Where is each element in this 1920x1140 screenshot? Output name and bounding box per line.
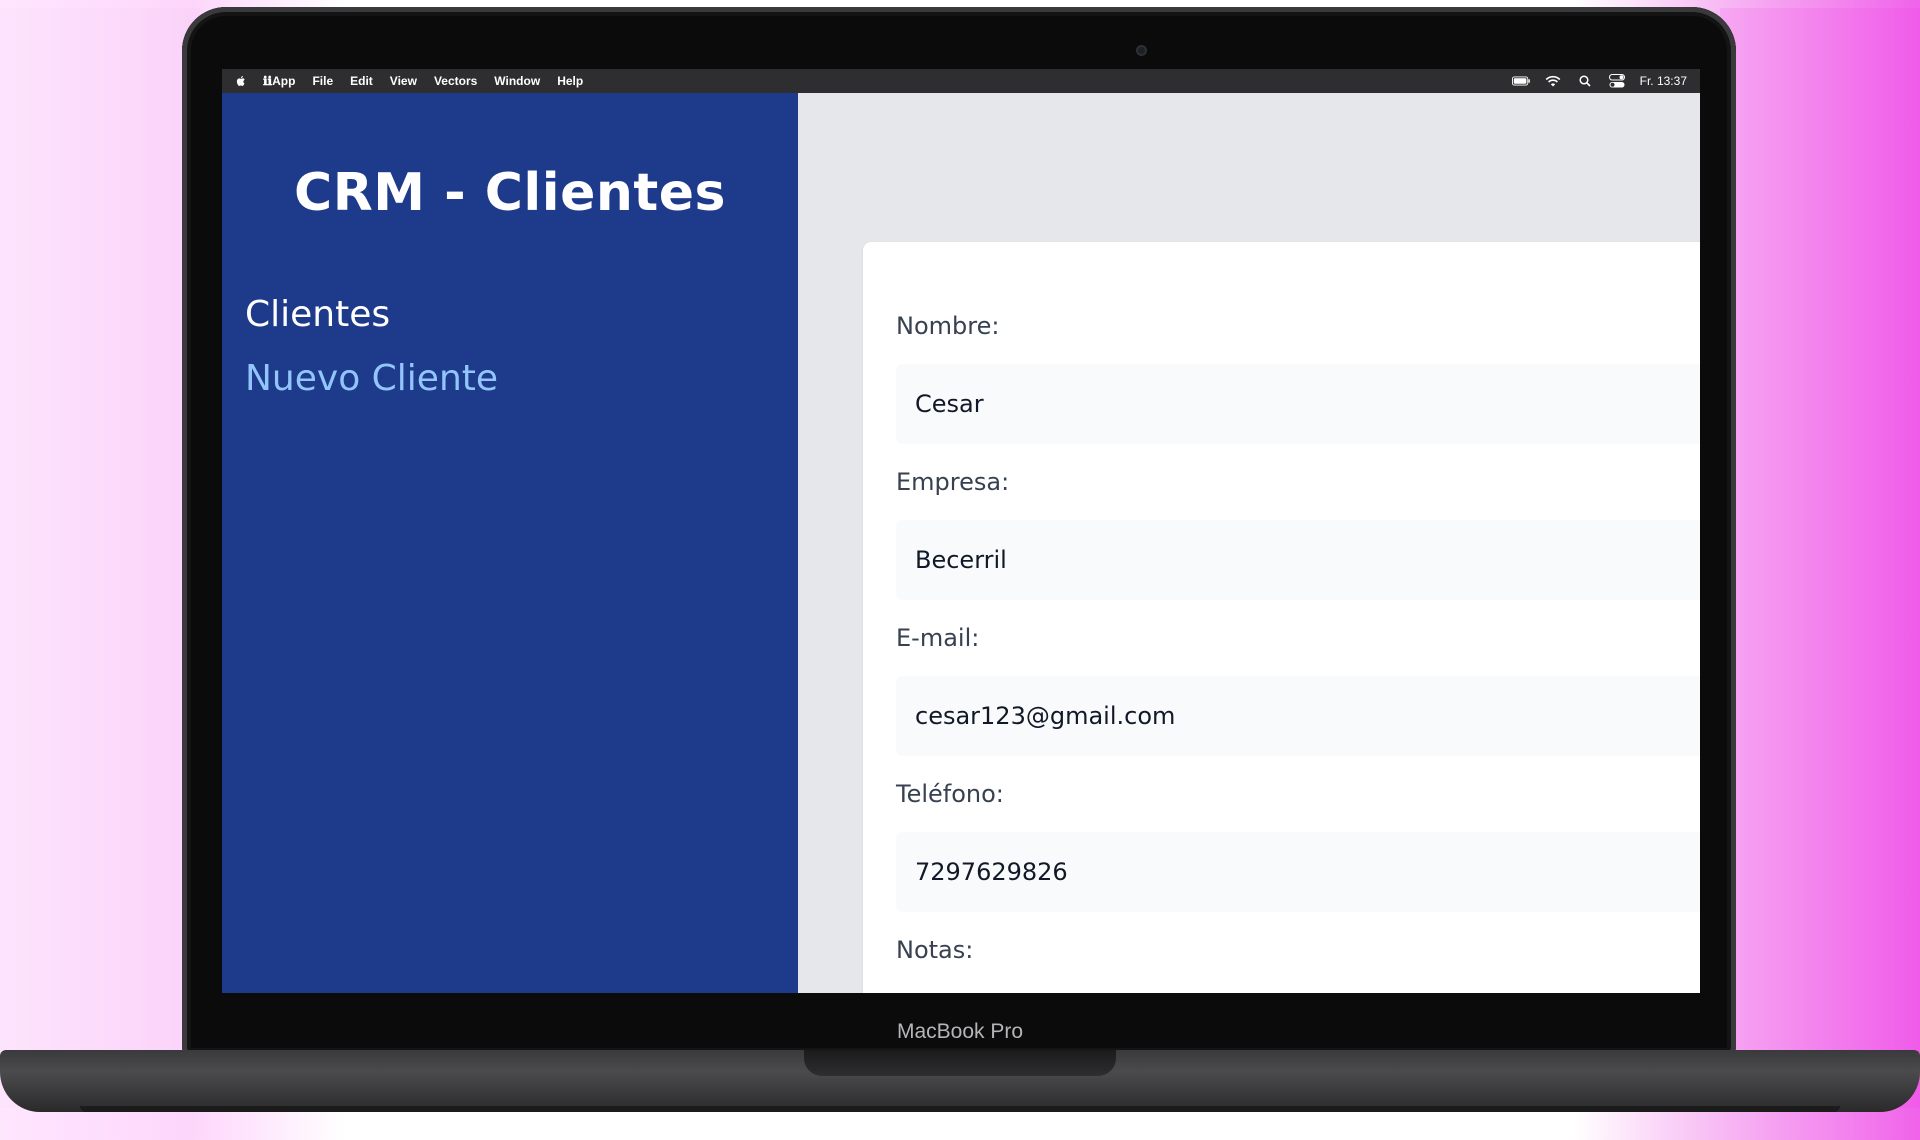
menu-edit[interactable]: Edit: [350, 74, 373, 88]
nav-link-clientes[interactable]: Clientes: [245, 283, 498, 347]
search-icon[interactable]: [1576, 74, 1594, 88]
empresa-input[interactable]: Becerril: [896, 520, 1700, 600]
background-glow-right: [1720, 8, 1920, 1108]
telefono-label: Teléfono:: [896, 780, 1004, 808]
menu-clock[interactable]: Fr. 13:37: [1640, 74, 1687, 88]
field-nombre: Nombre: Cesar: [896, 312, 1700, 444]
menu-view[interactable]: View: [390, 74, 417, 88]
email-input[interactable]: cesar123@gmail.com: [896, 676, 1700, 756]
main-content: Nombre: Cesar Empresa: Becerril E-mail: …: [798, 93, 1700, 993]
sidebar: CRM - Clientes Clientes Nuevo Cliente: [222, 93, 798, 993]
battery-icon[interactable]: [1511, 74, 1530, 88]
empresa-label: Empresa:: [896, 468, 1010, 496]
menu-bar: ℹℹApp File Edit View Vectors Window Help…: [222, 69, 1700, 93]
camera-icon: [1136, 45, 1147, 56]
wifi-icon[interactable]: [1544, 74, 1562, 88]
email-label: E-mail:: [896, 624, 980, 652]
field-telefono: Teléfono: 7297629826: [896, 780, 1700, 912]
control-center-icon[interactable]: [1608, 74, 1626, 88]
laptop-hinge-notch: [804, 1050, 1116, 1076]
nombre-label: Nombre:: [896, 312, 1000, 340]
menu-file[interactable]: File: [312, 74, 333, 88]
background-glow-left: [0, 8, 200, 1108]
screen: ℹℹApp File Edit View Vectors Window Help…: [222, 69, 1700, 993]
menu-help[interactable]: Help: [557, 74, 583, 88]
telefono-input[interactable]: 7297629826: [896, 832, 1700, 912]
apple-logo-icon[interactable]: [236, 75, 246, 87]
nav-link-nuevo-cliente[interactable]: Nuevo Cliente: [245, 347, 498, 411]
device-label: MacBook Pro: [896, 1020, 1024, 1043]
menu-vectors[interactable]: Vectors: [434, 74, 477, 88]
menu-window[interactable]: Window: [494, 74, 540, 88]
client-form: Nombre: Cesar Empresa: Becerril E-mail: …: [863, 242, 1700, 993]
sidebar-nav: Clientes Nuevo Cliente: [245, 283, 498, 411]
notas-label: Notas:: [896, 936, 974, 964]
app-title: CRM - Clientes: [294, 163, 726, 223]
field-empresa: Empresa: Becerril: [896, 468, 1700, 600]
field-notas: Notas:: [896, 936, 1700, 976]
menu-app-name[interactable]: ℹℹApp: [263, 74, 295, 88]
field-email: E-mail: cesar123@gmail.com: [896, 624, 1700, 756]
nombre-input[interactable]: Cesar: [896, 364, 1700, 444]
